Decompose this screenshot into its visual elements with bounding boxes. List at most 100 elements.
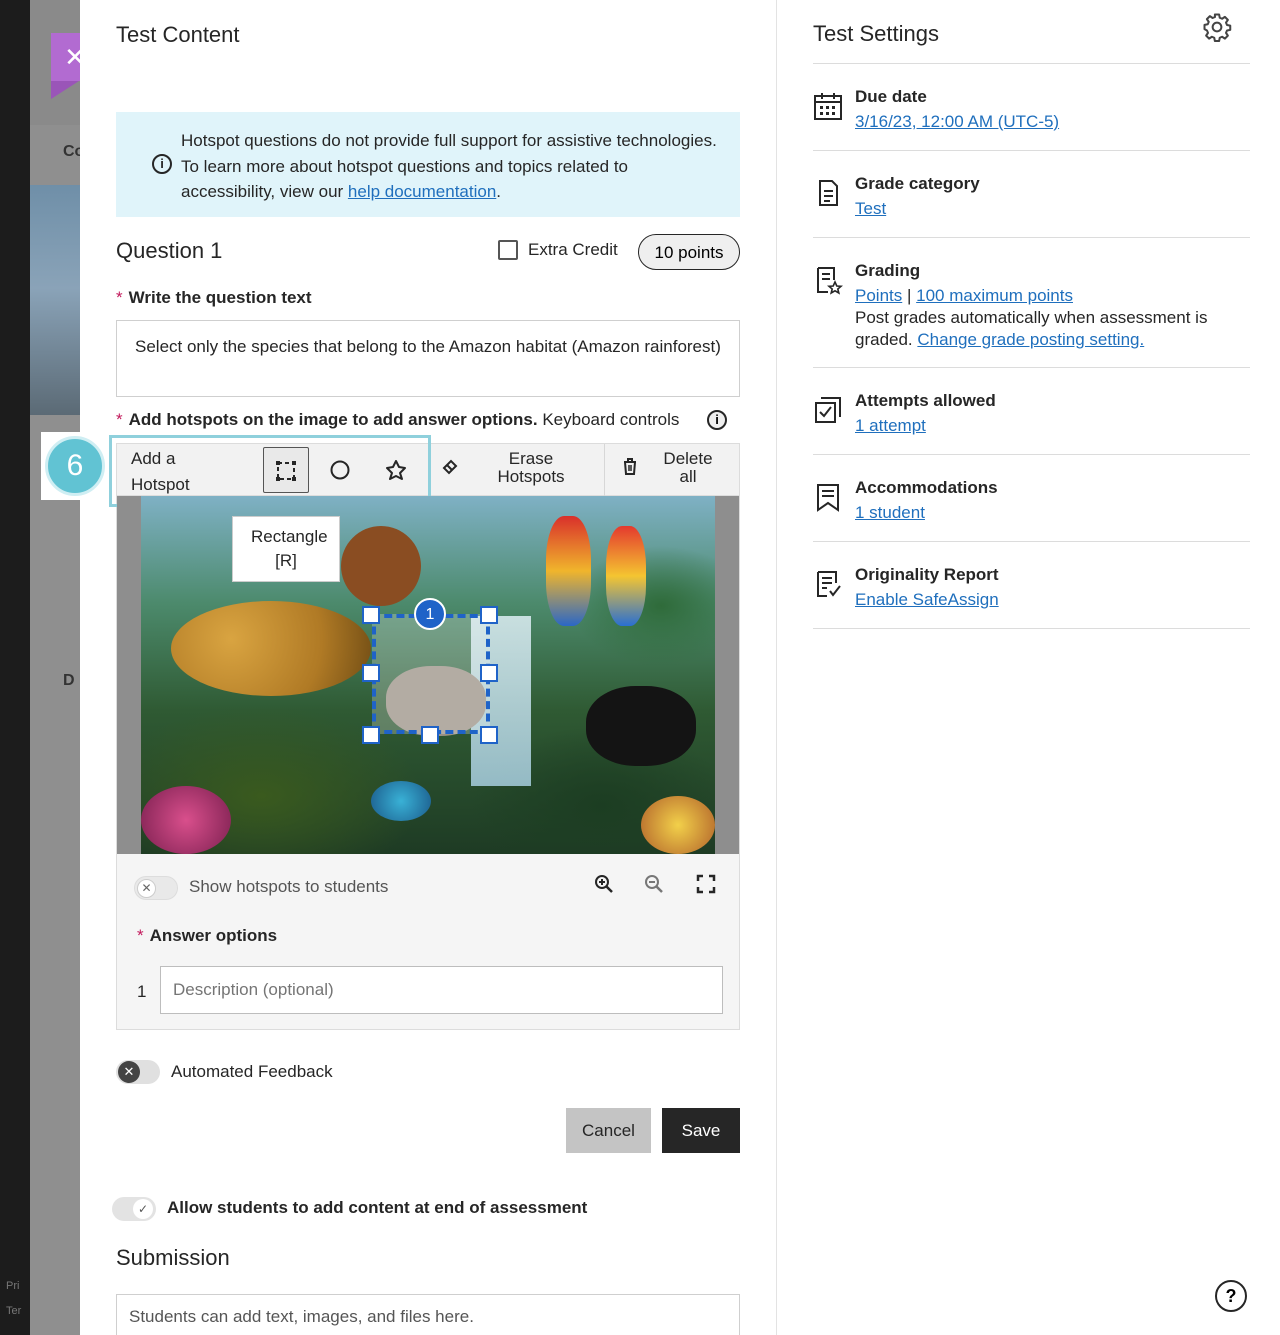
attempts-label: Attempts allowed: [855, 391, 996, 410]
rectangle-tooltip: Rectangle [R]: [232, 516, 340, 582]
zoom-out-icon: [645, 875, 663, 893]
circle-tool-icon: [330, 460, 350, 480]
resize-handle[interactable]: [421, 726, 439, 744]
submission-title: Submission: [116, 1245, 230, 1270]
calendar-icon: [813, 91, 843, 121]
bird-shape: [371, 781, 431, 821]
allow-students-label: Allow students to add content at end of …: [167, 1198, 588, 1217]
accommodations-link[interactable]: 1 student: [855, 503, 925, 522]
hotspot-toolbar: Add a Hotspot Erase Hotspots Delete all: [109, 435, 739, 507]
step-badge-container: 6: [41, 432, 109, 500]
resize-handle[interactable]: [362, 606, 380, 624]
accommodations-label: Accommodations: [855, 478, 998, 497]
footer-privacy-fragment: Pri: [6, 1280, 20, 1292]
test-content-panel: Test Content i Hotspot questions do not …: [80, 0, 777, 1335]
question-text-label-text: Write the question text: [128, 288, 312, 307]
add-hotspot-text: Add a Hotspot: [131, 449, 190, 494]
automated-feedback-toggle[interactable]: ✕: [116, 1060, 160, 1084]
question-text-field[interactable]: Select only the species that belong to t…: [116, 320, 740, 397]
resize-handle[interactable]: [480, 606, 498, 624]
cancel-button[interactable]: Cancel: [566, 1108, 651, 1153]
jaguar-shape: [171, 601, 371, 696]
change-grade-posting-link[interactable]: Change grade posting setting.: [917, 330, 1144, 349]
allow-students-toggle[interactable]: ✓: [112, 1197, 156, 1221]
answer-options-label: * Answer options: [137, 926, 277, 946]
background-banner-image: [30, 185, 80, 415]
divider: [813, 150, 1250, 151]
orangutan-shape: [341, 526, 421, 606]
answer-description-input[interactable]: [160, 966, 723, 1014]
grade-category-link[interactable]: Test: [855, 199, 886, 218]
polygon-tool-icon: [386, 460, 406, 480]
gear-icon: [1203, 13, 1232, 42]
document-icon: [813, 178, 843, 208]
hotspot-rectangle[interactable]: [372, 614, 490, 734]
keyboard-controls-text: Keyboard controls: [542, 410, 680, 429]
divider: [813, 541, 1250, 542]
answer-options-text: Answer options: [149, 926, 278, 945]
extra-credit-option[interactable]: Extra Credit: [498, 240, 618, 260]
resize-handle[interactable]: [362, 726, 380, 744]
divider: [813, 237, 1250, 238]
add-hotspot-label: Add a Hotspot: [131, 446, 211, 498]
hotspot-image-area[interactable]: Rectangle [R] 1: [117, 496, 739, 854]
resize-handle[interactable]: [362, 664, 380, 682]
macaw-shape: [606, 526, 646, 626]
resize-handle[interactable]: [480, 664, 498, 682]
divider: [813, 454, 1250, 455]
macaw-shape: [546, 516, 591, 626]
fullscreen-button[interactable]: [691, 872, 721, 902]
divider: [813, 628, 1250, 629]
automated-feedback-label: Automated Feedback: [171, 1062, 333, 1081]
maximum-points-link[interactable]: 100 maximum points: [916, 286, 1073, 305]
attempts-link[interactable]: 1 attempt: [855, 416, 926, 435]
grading-separator: |: [906, 286, 912, 305]
hotspot-instructions-label: * Add hotspots on the image to add answer…: [116, 410, 679, 430]
due-date-label: Due date: [855, 87, 927, 106]
fullscreen-icon: [696, 874, 716, 894]
keyboard-controls-info-icon[interactable]: i: [707, 410, 727, 430]
flower-shape: [141, 786, 231, 854]
delete-all-button[interactable]: Delete all: [653, 450, 723, 486]
answer-number: 1: [137, 982, 147, 1001]
question-text-label: * Write the question text: [116, 288, 312, 308]
eraser-icon: [441, 456, 461, 482]
flower-shape: [641, 796, 715, 854]
question-mark-icon: ?: [1225, 1285, 1237, 1306]
grading-points-link[interactable]: Points: [855, 286, 902, 305]
rectangle-tool-button[interactable]: [263, 447, 309, 493]
divider: [813, 63, 1250, 64]
help-button[interactable]: ?: [1215, 1280, 1247, 1312]
app-nav-strip: Pri Ter: [0, 0, 30, 1335]
erase-hotspots-button[interactable]: Erase Hotspots: [487, 450, 575, 486]
submission-field[interactable]: Students can add text, images, and files…: [116, 1294, 740, 1335]
show-hotspots-toggle[interactable]: ✕: [134, 876, 178, 900]
extra-credit-checkbox[interactable]: [498, 240, 518, 260]
zoom-in-icon: [595, 875, 613, 893]
toggle-off-icon: ✕: [137, 879, 156, 898]
polygon-tool-button[interactable]: [373, 447, 419, 493]
enable-safeassign-link[interactable]: Enable SafeAssign: [855, 590, 999, 609]
points-button[interactable]: 10 points: [638, 234, 740, 270]
hotspot-instructions-text: Add hotspots on the image to add answer …: [128, 410, 538, 429]
test-settings-panel: Test Settings Due date 3/16/23, 12:00 AM…: [778, 0, 1280, 1335]
required-marker: *: [116, 410, 123, 429]
toolbar-divider: [604, 444, 605, 496]
footer-terms-fragment: Ter: [6, 1305, 22, 1317]
trash-icon: [620, 456, 640, 482]
save-button[interactable]: Save: [662, 1108, 740, 1153]
background-course-page: Co D: [30, 0, 80, 1335]
rectangle-tool-icon: [276, 461, 296, 481]
zoom-in-button[interactable]: [589, 872, 619, 902]
circle-tool-button[interactable]: [317, 447, 363, 493]
resize-handle[interactable]: [480, 726, 498, 744]
settings-gear-button[interactable]: [1200, 12, 1234, 46]
due-date-link[interactable]: 3/16/23, 12:00 AM (UTC-5): [855, 112, 1059, 131]
toggle-on-check-icon: ✓: [133, 1199, 153, 1219]
zoom-out-button[interactable]: [639, 872, 669, 902]
help-documentation-link[interactable]: help documentation: [348, 182, 496, 201]
originality-report-label: Originality Report: [855, 565, 999, 584]
accessibility-info-banner: i Hotspot questions do not provide full …: [116, 112, 740, 217]
hotspot-number-badge[interactable]: 1: [414, 598, 446, 630]
info-text-end: .: [496, 182, 502, 201]
